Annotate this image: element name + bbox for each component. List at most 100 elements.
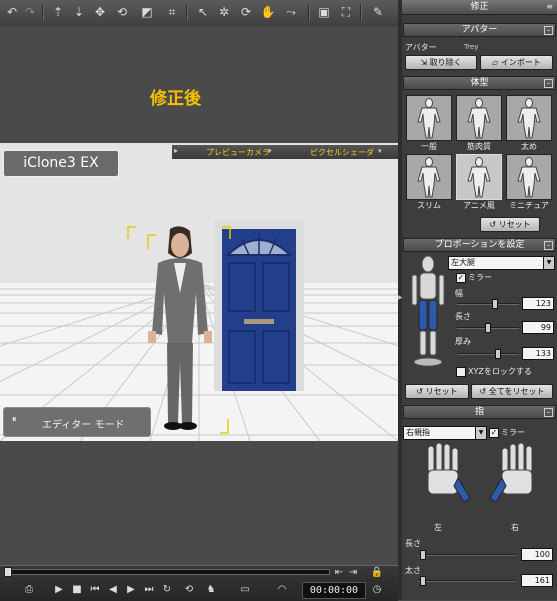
mirror-checkbox[interactable]: ✓ (456, 273, 466, 283)
lock-xyz-checkbox[interactable]: ✓ (456, 367, 466, 377)
lock-icon[interactable]: 🔒 (370, 566, 384, 580)
right-hand-label: 右 (511, 523, 519, 532)
editor-mode-button[interactable]: ⏸ エディター モード (3, 407, 151, 437)
forward-icon[interactable]: ▶ (124, 583, 138, 597)
chevron-down-icon[interactable]: ▾ (268, 147, 272, 155)
transform-icon[interactable]: ✲ (216, 4, 232, 20)
finger-select[interactable]: 右親指 ▼ (403, 426, 487, 440)
banner-title: 修正後 (150, 89, 201, 109)
body-figure-icon (417, 157, 441, 198)
clock-icon[interactable]: ◷ (370, 583, 384, 597)
film-icon[interactable]: ▭ (236, 583, 254, 597)
avatar-name: Trey (464, 43, 479, 51)
time-slider[interactable] (6, 569, 330, 575)
width-slider[interactable] (457, 303, 519, 305)
finger-thick-value[interactable]: 161 (521, 574, 553, 587)
reset-icon: ↺ (479, 387, 489, 396)
select-icon[interactable]: ↖ (195, 4, 211, 20)
body-type-section-header[interactable]: 体型 – (403, 76, 556, 90)
minimize-icon[interactable]: – (544, 241, 553, 250)
pixel-shader-menu[interactable]: ピクセルシェーダ (310, 147, 374, 158)
stop-icon[interactable]: ■ (70, 583, 84, 597)
3d-viewport[interactable]: ▸ プレビューカメラ ▾ ピクセルシェーダ ▾ iClone3 EX ⏸ エディ… (0, 143, 398, 441)
fullscreen-icon[interactable]: ⛶ (338, 4, 354, 20)
rotate-icon[interactable]: ⟲ (114, 4, 130, 20)
finger-length-slider-knob[interactable] (419, 550, 426, 560)
finger-section-header[interactable]: 指 – (403, 405, 556, 419)
rotate-view-icon[interactable]: ⟳ (238, 4, 254, 20)
move-up-icon[interactable]: ⇡ (50, 4, 66, 20)
body-type-thumb[interactable] (406, 95, 452, 141)
thickness-slider-knob[interactable] (494, 349, 501, 359)
body-type-thumb[interactable] (506, 154, 552, 200)
pen-icon[interactable]: ✎ (370, 4, 386, 20)
body-type-thumb[interactable] (406, 154, 452, 200)
chevron-down-icon[interactable]: ▾ (378, 147, 382, 155)
rewind-icon[interactable]: ◀ (106, 583, 120, 597)
finger-mirror-checkbox[interactable]: ✓ (489, 428, 499, 438)
minimize-icon[interactable]: – (544, 26, 553, 35)
length-value[interactable]: 99 (522, 321, 554, 334)
move-icon[interactable]: ✥ (92, 4, 108, 20)
record-icon[interactable]: ⟲ (182, 583, 196, 597)
thickness-slider[interactable] (457, 353, 519, 355)
body-type-thumb[interactable] (456, 95, 502, 141)
motion-path-icon[interactable]: ⤳ (283, 4, 299, 20)
width-value[interactable]: 123 (522, 297, 554, 310)
length-label: 長さ (455, 312, 471, 321)
expand-arrow-icon[interactable]: ▸ (174, 146, 178, 155)
screen-icon[interactable]: ▣ (316, 4, 332, 20)
step-back-icon[interactable]: ⇤ (332, 566, 346, 580)
body-type-reset-button[interactable]: ↺ リセット (480, 217, 540, 232)
finger-length-value[interactable]: 100 (521, 548, 553, 561)
length-slider-knob[interactable] (485, 323, 491, 333)
chevron-down-icon[interactable]: ▼ (543, 257, 554, 269)
proportion-reset-button[interactable]: ↺ リセット (405, 384, 469, 399)
step-forward-icon[interactable]: ⇥ (346, 566, 360, 580)
body-type-thumb[interactable] (456, 154, 502, 200)
width-slider-knob[interactable] (492, 299, 499, 309)
play-icon[interactable]: ▶ (52, 583, 66, 597)
finger-mirror-label: ミラー (501, 428, 525, 437)
proportion-section-header[interactable]: プロポーションを設定 – (403, 238, 556, 252)
body-figure-icon (467, 157, 491, 198)
finger-thick-slider-knob[interactable] (419, 576, 426, 586)
thickness-value[interactable]: 133 (522, 347, 554, 360)
speed-icon[interactable]: ◠ (272, 583, 292, 597)
mocap-icon[interactable]: ♞ (204, 583, 218, 597)
avatar-section-header[interactable]: アバター – (403, 23, 556, 37)
previous-icon[interactable]: ⏮ (88, 583, 102, 597)
reset-all-button[interactable]: ↺ 全てをリセット (471, 384, 553, 399)
viewport-header-bar: ▸ プレビューカメラ ▾ ピクセルシェーダ ▾ (172, 145, 398, 159)
loop-icon[interactable]: ↻ (160, 583, 174, 597)
move-down-icon[interactable]: ⇣ (71, 4, 87, 20)
finger-length-slider[interactable] (418, 554, 516, 556)
hands-figure[interactable] (420, 442, 540, 522)
undo-icon[interactable]: ↶ (4, 4, 20, 20)
import-avatar-button[interactable]: ▱ インポート (480, 55, 553, 70)
redo-icon[interactable]: ↷ (22, 4, 38, 20)
finger-thick-slider[interactable] (418, 580, 516, 582)
export-icon[interactable]: ⎙ (18, 583, 40, 597)
body-type-thumb[interactable] (506, 95, 552, 141)
minimize-icon[interactable]: – (544, 408, 553, 417)
mannequin-figure[interactable] (408, 254, 448, 370)
body-type-label: 一般 (421, 142, 437, 151)
scale-icon[interactable]: ◩ (139, 4, 155, 20)
minimize-icon[interactable]: – (544, 79, 553, 88)
viewport-bottom-area (0, 441, 398, 565)
body-type-label: ミニチュア (509, 201, 549, 210)
next-icon[interactable]: ⏭ (142, 583, 156, 597)
frame-icon[interactable]: ⌗ (164, 4, 180, 20)
preview-camera-menu[interactable]: プレビューカメラ (206, 147, 270, 158)
body-part-select[interactable]: 左大腿 ▼ (448, 256, 555, 270)
body-type-label: 太め (521, 142, 537, 151)
toolbar-divider (42, 4, 44, 21)
time-slider-knob[interactable] (4, 567, 12, 577)
panel-close-icon[interactable]: ≡ (546, 2, 553, 11)
camera-pan-icon[interactable]: ✋ (260, 4, 276, 20)
remove-avatar-button[interactable]: ⇲ 取り除く (405, 55, 477, 70)
finger-section-title: 指 (474, 407, 484, 417)
chevron-down-icon[interactable]: ▼ (475, 427, 486, 439)
thickness-label: 厚み (455, 337, 471, 346)
